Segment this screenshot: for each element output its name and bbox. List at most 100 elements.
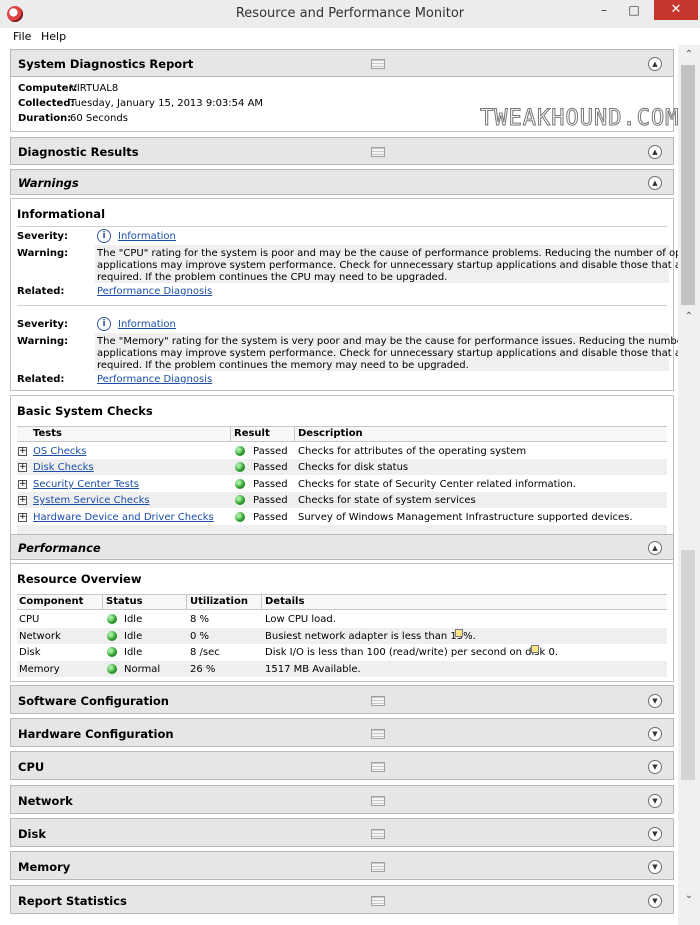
section-system-diagnostics-report[interactable]: System Diagnostics Report ▲ [10, 49, 674, 77]
expand-plus-icon[interactable]: + [18, 480, 27, 489]
severity-information-link[interactable]: Information [118, 231, 176, 242]
column-header-status[interactable]: Status [106, 596, 143, 607]
passed-status-icon [235, 462, 245, 472]
menu-file[interactable]: File [13, 30, 31, 43]
edit-note-icon[interactable] [455, 629, 463, 637]
performance-diagnosis-link[interactable]: Performance Diagnosis [97, 286, 212, 297]
section-title: CPU [18, 760, 45, 774]
grid-view-icon[interactable] [371, 59, 385, 69]
panel-title: Basic System Checks [17, 404, 153, 418]
column-header-description[interactable]: Description [298, 428, 363, 439]
scroll-down-icon[interactable]: ⌄ [681, 890, 697, 904]
section-software-configuration[interactable]: Software Configuration ▼ [10, 685, 674, 714]
collected-label: Collected: [18, 98, 75, 109]
column-header-details[interactable]: Details [265, 596, 304, 607]
related-label: Related: [17, 286, 65, 297]
section-network[interactable]: Network ▼ [10, 785, 674, 814]
grid-view-icon[interactable] [371, 729, 385, 739]
passed-status-icon [235, 479, 245, 489]
expand-icon[interactable]: ▼ [648, 860, 662, 874]
close-button[interactable]: ✕ [654, 0, 698, 20]
expand-icon[interactable]: ▼ [648, 827, 662, 841]
section-title: System Diagnostics Report [18, 57, 194, 71]
details-text: Busiest network adapter is less than 15%… [265, 631, 476, 642]
collapse-icon[interactable]: ▲ [648, 145, 662, 159]
grid-view-icon[interactable] [371, 796, 385, 806]
section-title: Network [18, 794, 73, 808]
maximize-button[interactable]: □ [620, 0, 648, 20]
grid-view-icon[interactable] [371, 896, 385, 906]
grid-view-icon[interactable] [371, 696, 385, 706]
edit-note-icon[interactable] [531, 645, 539, 653]
section-disk[interactable]: Disk ▼ [10, 818, 674, 847]
grid-view-icon[interactable] [371, 862, 385, 872]
section-title: Hardware Configuration [18, 727, 174, 741]
details-text: Disk I/O is less than 100 (read/write) p… [265, 647, 559, 658]
expand-icon[interactable]: ▼ [648, 760, 662, 774]
collapse-icon[interactable]: ▲ [648, 57, 662, 71]
test-disk-checks-link[interactable]: Disk Checks [33, 462, 94, 473]
component-name: Memory [19, 664, 60, 675]
column-header-component[interactable]: Component [19, 596, 83, 607]
scrollbar-thumb[interactable] [681, 65, 695, 305]
information-icon: i [97, 317, 111, 331]
component-name: CPU [19, 614, 40, 625]
component-name: Disk [19, 647, 41, 658]
severity-label: Severity: [17, 319, 68, 330]
section-title: Software Configuration [18, 694, 169, 708]
expand-plus-icon[interactable]: + [18, 496, 27, 505]
test-os-checks-link[interactable]: OS Checks [33, 446, 86, 457]
test-hardware-device-link[interactable]: Hardware Device and Driver Checks [33, 512, 214, 523]
severity-label: Severity: [17, 231, 68, 242]
status-ok-icon [107, 631, 117, 641]
collapse-icon[interactable]: ▲ [648, 176, 662, 190]
details-text: Low CPU load. [265, 614, 336, 625]
status-text: Normal [124, 664, 161, 675]
expand-plus-icon[interactable]: + [18, 447, 27, 456]
information-icon: i [97, 229, 111, 243]
minimize-button[interactable]: – [590, 0, 618, 20]
expand-icon[interactable]: ▼ [648, 694, 662, 708]
scrollbar-track-segment[interactable] [681, 550, 695, 780]
section-cpu[interactable]: CPU ▼ [10, 751, 674, 780]
vertical-scrollbar[interactable]: ⌃ ⌃ ⌄ [678, 45, 700, 925]
severity-information-link[interactable]: Information [118, 319, 176, 330]
scroll-up-icon[interactable]: ⌃ [681, 49, 697, 63]
title-bar: Resource and Performance Monitor – □ ✕ [0, 0, 700, 29]
utilization-value: 8 % [190, 614, 210, 625]
description-text: Checks for state of Security Center rela… [298, 479, 576, 490]
collapse-icon[interactable]: ▲ [648, 541, 662, 555]
status-ok-icon [107, 647, 117, 657]
scroll-up-icon[interactable]: ⌃ [681, 311, 697, 325]
test-system-service-link[interactable]: System Service Checks [33, 495, 150, 506]
passed-status-icon [235, 512, 245, 522]
expand-plus-icon[interactable]: + [18, 463, 27, 472]
section-diagnostic-results[interactable]: Diagnostic Results ▲ [10, 137, 674, 165]
section-warnings[interactable]: Warnings ▲ [10, 169, 674, 195]
section-report-statistics[interactable]: Report Statistics ▼ [10, 885, 674, 914]
expand-icon[interactable]: ▼ [648, 727, 662, 741]
section-performance[interactable]: Performance ▲ [10, 534, 674, 560]
expand-icon[interactable]: ▼ [648, 794, 662, 808]
expand-plus-icon[interactable]: + [18, 513, 27, 522]
duration-label: Duration: [18, 113, 72, 124]
test-security-center-link[interactable]: Security Center Tests [33, 479, 139, 490]
warning-text-line: The "CPU" rating for the system is poor … [97, 248, 678, 259]
panel-title: Resource Overview [17, 572, 142, 586]
status-ok-icon [107, 614, 117, 624]
section-title: Diagnostic Results [18, 145, 139, 159]
expand-icon[interactable]: ▼ [648, 894, 662, 908]
column-header-utilization[interactable]: Utilization [190, 596, 248, 607]
column-header-result[interactable]: Result [234, 428, 270, 439]
grid-view-icon[interactable] [371, 762, 385, 772]
section-hardware-configuration[interactable]: Hardware Configuration ▼ [10, 718, 674, 747]
warning-text-line: applications may improve system performa… [97, 260, 678, 271]
column-header-tests[interactable]: Tests [33, 428, 62, 439]
grid-view-icon[interactable] [371, 147, 385, 157]
status-text: Idle [124, 631, 143, 642]
performance-diagnosis-link[interactable]: Performance Diagnosis [97, 374, 212, 385]
menu-help[interactable]: Help [41, 30, 66, 43]
section-title: Memory [18, 860, 71, 874]
section-memory[interactable]: Memory ▼ [10, 851, 674, 880]
grid-view-icon[interactable] [371, 829, 385, 839]
